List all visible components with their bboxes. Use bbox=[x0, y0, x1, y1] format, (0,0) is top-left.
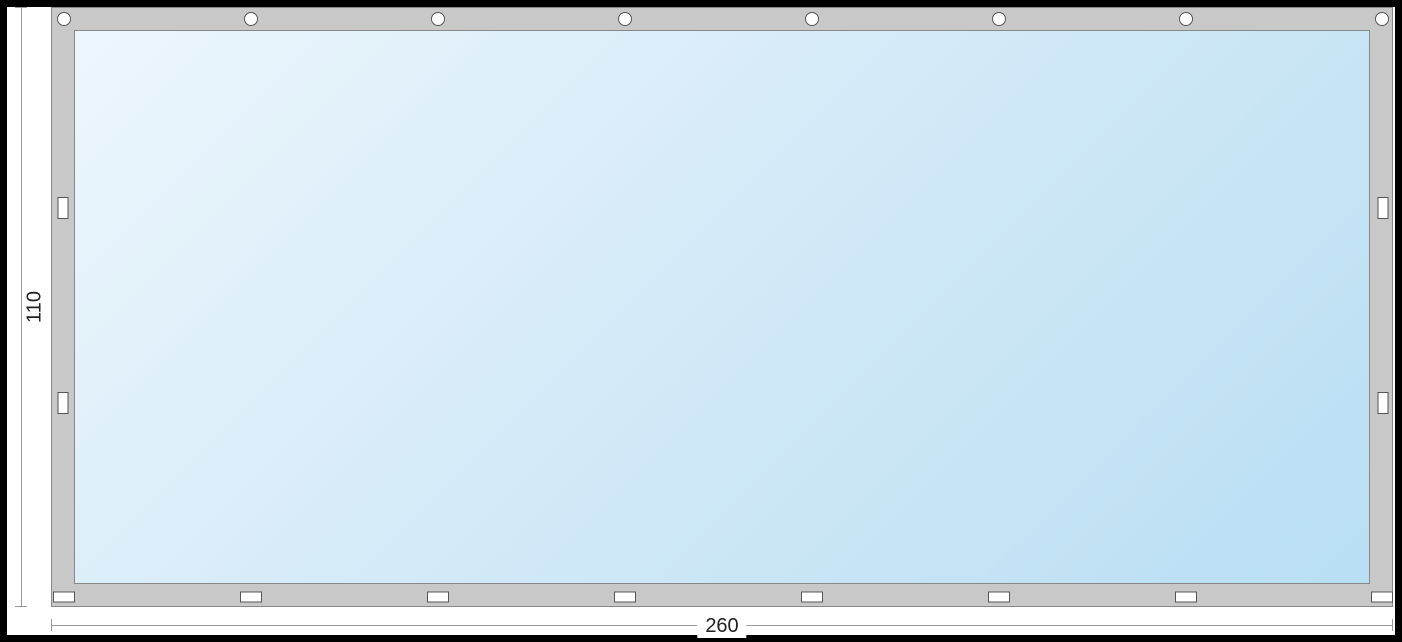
mounting-slot-icon bbox=[1175, 592, 1197, 603]
mounting-slot-icon bbox=[58, 392, 69, 414]
mounting-hole-icon bbox=[805, 12, 819, 26]
mounting-slot-icon bbox=[614, 592, 636, 603]
dim-label-width: 260 bbox=[697, 615, 746, 638]
mounting-slot-icon bbox=[240, 592, 262, 603]
mounting-slot-icon bbox=[801, 592, 823, 603]
mounting-hole-icon bbox=[1375, 12, 1389, 26]
dim-tick bbox=[15, 606, 27, 607]
mounting-hole-icon bbox=[992, 12, 1006, 26]
dim-tick bbox=[51, 619, 52, 631]
dim-tick bbox=[15, 7, 27, 8]
dim-line-vertical bbox=[21, 7, 22, 607]
panel-glass bbox=[74, 30, 1370, 584]
mounting-hole-icon bbox=[431, 12, 445, 26]
mounting-slot-icon bbox=[53, 592, 75, 603]
dim-tick bbox=[1392, 619, 1393, 631]
diagram-canvas: 110 260 bbox=[7, 7, 1395, 635]
mounting-hole-icon bbox=[57, 12, 71, 26]
mounting-slot-icon bbox=[1378, 197, 1389, 219]
mounting-slot-icon bbox=[988, 592, 1010, 603]
mounting-hole-icon bbox=[618, 12, 632, 26]
mounting-slot-icon bbox=[1371, 592, 1393, 603]
mounting-slot-icon bbox=[1378, 392, 1389, 414]
mounting-hole-icon bbox=[244, 12, 258, 26]
mounting-slot-icon bbox=[58, 197, 69, 219]
mounting-hole-icon bbox=[1179, 12, 1193, 26]
panel-frame bbox=[51, 7, 1393, 607]
dim-label-height: 110 bbox=[23, 285, 46, 329]
mounting-slot-icon bbox=[427, 592, 449, 603]
